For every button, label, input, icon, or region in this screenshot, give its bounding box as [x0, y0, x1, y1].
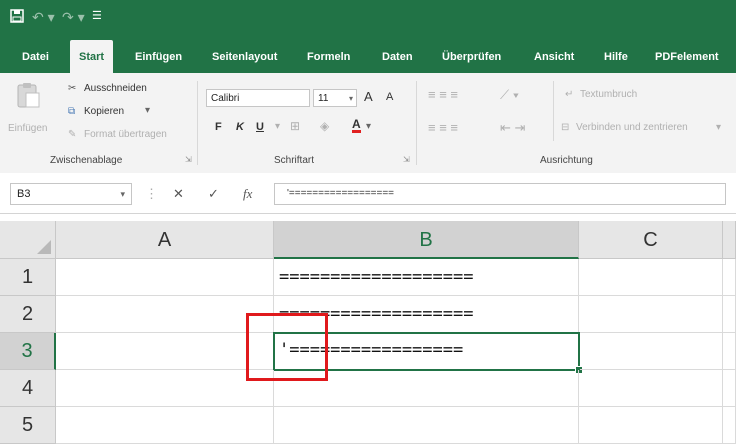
copy-icon[interactable]: ⧉ — [68, 106, 75, 117]
paste-icon[interactable] — [14, 81, 42, 114]
row-header-2[interactable]: 2 — [0, 296, 56, 333]
font-size-value: 11 — [318, 93, 329, 104]
merge-center-label[interactable]: Verbinden und zentrieren — [576, 122, 688, 133]
customize-qat-icon[interactable]: ☰ — [92, 9, 102, 22]
row-header-4[interactable]: 4 — [0, 370, 56, 407]
cell-d1[interactable] — [723, 259, 736, 296]
italic-button[interactable]: K — [236, 121, 244, 133]
worksheet-grid: A B C 1 2 3 4 5 =================== ====… — [0, 213, 736, 444]
copy-dropdown[interactable]: ▾ — [145, 105, 150, 116]
chevron-down-icon: ▾ — [348, 94, 353, 103]
cut-icon[interactable]: ✂ — [68, 83, 76, 94]
cell-a4[interactable] — [56, 370, 274, 407]
cell-a1[interactable] — [56, 259, 274, 296]
save-icon[interactable] — [10, 9, 24, 26]
row-header-3[interactable]: 3 — [0, 333, 56, 370]
align-top-icon[interactable]: ≡ ≡ ≡ — [428, 87, 458, 102]
highlight-box — [246, 313, 328, 381]
cut-label[interactable]: Ausschneiden — [84, 83, 147, 94]
clipboard-launcher-icon[interactable]: ⇲ — [185, 155, 192, 164]
formula-input[interactable]: '================== — [274, 183, 726, 205]
row-header-5[interactable]: 5 — [0, 407, 56, 444]
tab-seitenlayout[interactable]: Seitenlayout — [212, 40, 277, 73]
copy-label[interactable]: Kopieren — [84, 106, 124, 117]
format-painter-label: Format übertragen — [84, 129, 167, 140]
wrap-text-icon[interactable]: ↵ — [565, 89, 573, 100]
cell-c2[interactable] — [579, 296, 723, 333]
chevron-down-icon: ▾ — [120, 189, 125, 199]
enter-entry-icon[interactable]: ✓ — [208, 186, 219, 202]
font-size-combo[interactable]: 11 ▾ — [313, 89, 357, 107]
cancel-entry-icon[interactable]: ✕ — [173, 186, 184, 202]
name-box-value: B3 — [17, 188, 31, 200]
tab-hilfe[interactable]: Hilfe — [604, 40, 628, 73]
tab-daten[interactable]: Daten — [382, 40, 413, 73]
cell-c4[interactable] — [579, 370, 723, 407]
indent-icon[interactable]: ⇤ ⇥ — [500, 120, 525, 136]
formula-bar: B3 ▾ ⋮ ✕ ✓ fx '================== — [0, 173, 736, 214]
cell-b5[interactable] — [274, 407, 579, 444]
tab-datei[interactable]: Datei — [22, 40, 49, 73]
more-options-icon: ⋮ — [145, 186, 158, 201]
column-header-d[interactable] — [723, 221, 736, 259]
font-color-button[interactable]: A — [352, 118, 361, 133]
cell-a5[interactable] — [56, 407, 274, 444]
cell-c1[interactable] — [579, 259, 723, 296]
name-box[interactable]: B3 ▾ — [10, 183, 132, 205]
column-header-c[interactable]: C — [579, 221, 723, 259]
alignment-group-label: Ausrichtung — [540, 155, 593, 166]
column-header-a[interactable]: A — [56, 221, 274, 259]
cell-a3[interactable] — [56, 333, 274, 370]
cell-b1[interactable]: =================== — [274, 259, 579, 296]
font-name-value: Calibri — [211, 93, 240, 104]
merge-icon[interactable]: ⊟ — [561, 122, 569, 133]
title-bar: ↶ ▾ ↷ ▾ ☰ — [0, 0, 736, 40]
group-separator — [553, 81, 554, 141]
ribbon-tabs: Datei Start Einfügen Seitenlayout Formel… — [0, 40, 736, 73]
group-separator — [416, 81, 417, 165]
insert-function-icon[interactable]: fx — [243, 186, 252, 202]
shrink-font-button[interactable]: A — [386, 91, 393, 103]
tab-start[interactable]: Start — [70, 40, 114, 73]
fill-color-icon[interactable]: ◈ — [320, 119, 329, 133]
redo-icon[interactable]: ↷ ▾ — [62, 9, 85, 26]
paste-label[interactable]: Einfügen — [8, 123, 47, 134]
align-left-icon[interactable]: ≡ ≡ ≡ — [428, 120, 458, 135]
chevron-down-icon[interactable]: ▾ — [716, 122, 721, 133]
borders-icon[interactable]: ⊞ — [290, 119, 300, 133]
cell-c5[interactable] — [579, 407, 723, 444]
group-separator — [197, 81, 198, 165]
chevron-down-icon[interactable]: ▾ — [275, 121, 280, 132]
cell-d2[interactable] — [723, 296, 736, 333]
select-all-button[interactable] — [0, 221, 56, 259]
font-launcher-icon[interactable]: ⇲ — [403, 155, 410, 164]
grow-font-button[interactable]: A — [364, 89, 373, 104]
chevron-down-icon[interactable]: ▾ — [366, 121, 371, 132]
formula-content: '================== — [287, 188, 395, 199]
font-group-label: Schriftart — [274, 155, 315, 166]
tab-ansicht[interactable]: Ansicht — [534, 40, 574, 73]
cell-d4[interactable] — [723, 370, 736, 407]
underline-button[interactable]: U — [256, 121, 264, 133]
wrap-text-label[interactable]: Textumbruch — [580, 89, 637, 100]
undo-icon[interactable]: ↶ ▾ — [32, 9, 55, 26]
cell-d5[interactable] — [723, 407, 736, 444]
font-name-combo[interactable]: Calibri — [206, 89, 310, 107]
row-header-1[interactable]: 1 — [0, 259, 56, 296]
tab-einfuegen[interactable]: Einfügen — [135, 40, 182, 73]
cell-a2[interactable] — [56, 296, 274, 333]
cell-d3[interactable] — [723, 333, 736, 370]
tab-formeln[interactable]: Formeln — [307, 40, 350, 73]
cell-c3[interactable] — [580, 333, 723, 370]
column-header-b[interactable]: B — [274, 221, 579, 259]
ribbon: Einfügen ✂ Ausschneiden ⧉ Kopieren ▾ ✎ F… — [0, 73, 736, 174]
clipboard-group-label: Zwischenablage — [50, 155, 123, 166]
bold-button[interactable]: F — [215, 121, 222, 133]
orientation-icon[interactable]: ⟋ ▾ — [500, 87, 519, 103]
tab-ueberpruefen[interactable]: Überprüfen — [442, 40, 501, 73]
format-painter-icon: ✎ — [68, 129, 77, 140]
tab-pdfelement[interactable]: PDFelement — [655, 40, 719, 73]
